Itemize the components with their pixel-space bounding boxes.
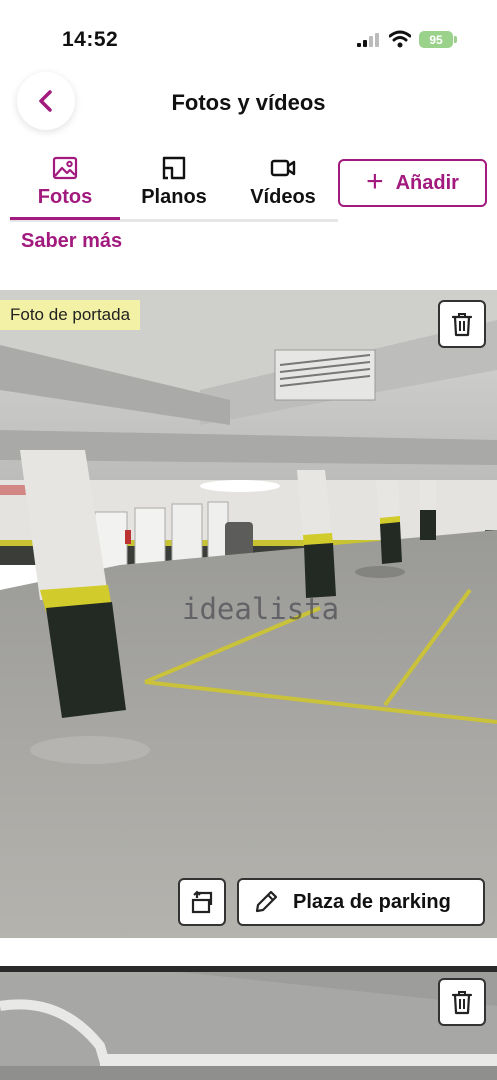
trash-icon	[451, 313, 473, 337]
tab-videos-label: Vídeos	[250, 186, 316, 208]
learn-more-link[interactable]: Saber más	[21, 230, 122, 253]
photo-caption: Plaza de parking	[293, 890, 451, 913]
plus-icon: +	[366, 164, 384, 198]
add-media-label: Añadir	[395, 171, 459, 194]
rotate-photo-button[interactable]	[178, 878, 226, 926]
add-media-button[interactable]: + Añadir	[338, 159, 487, 207]
floorplan-icon	[162, 156, 186, 180]
battery-icon: 95	[419, 31, 453, 48]
delete-photo-button[interactable]	[438, 300, 486, 348]
photo-card[interactable]: Foto de portada idealista Plaza de parki…	[0, 290, 497, 938]
wifi-icon	[389, 30, 411, 48]
cover-photo-badge: Foto de portada	[0, 300, 141, 330]
edit-caption-button[interactable]: Plaza de parking	[237, 878, 485, 926]
page-title: Fotos y vídeos	[171, 90, 326, 115]
pencil-icon	[255, 890, 278, 913]
video-camera-icon	[270, 159, 296, 177]
photo-card[interactable]	[0, 966, 497, 1080]
tab-videos[interactable]: Vídeos	[228, 150, 338, 220]
status-bar: 14:52 95	[0, 0, 497, 70]
parking-garage-photo	[0, 966, 497, 1080]
trash-icon	[451, 991, 473, 1015]
battery-tip	[454, 36, 457, 43]
media-tabs: Fotos Planos Vídeos	[10, 150, 338, 222]
tab-planos-label: Planos	[141, 186, 207, 208]
image-icon	[52, 156, 78, 180]
tab-fotos-label: Fotos	[37, 186, 93, 208]
battery-level: 95	[429, 32, 443, 47]
rotate-icon	[191, 890, 213, 914]
status-time: 14:52	[62, 28, 119, 51]
watermark: idealista	[182, 592, 340, 626]
tab-fotos[interactable]: Fotos	[10, 150, 120, 220]
tab-planos[interactable]: Planos	[119, 150, 229, 220]
delete-photo-button[interactable]	[438, 978, 486, 1026]
cellular-signal-icon	[357, 33, 379, 47]
